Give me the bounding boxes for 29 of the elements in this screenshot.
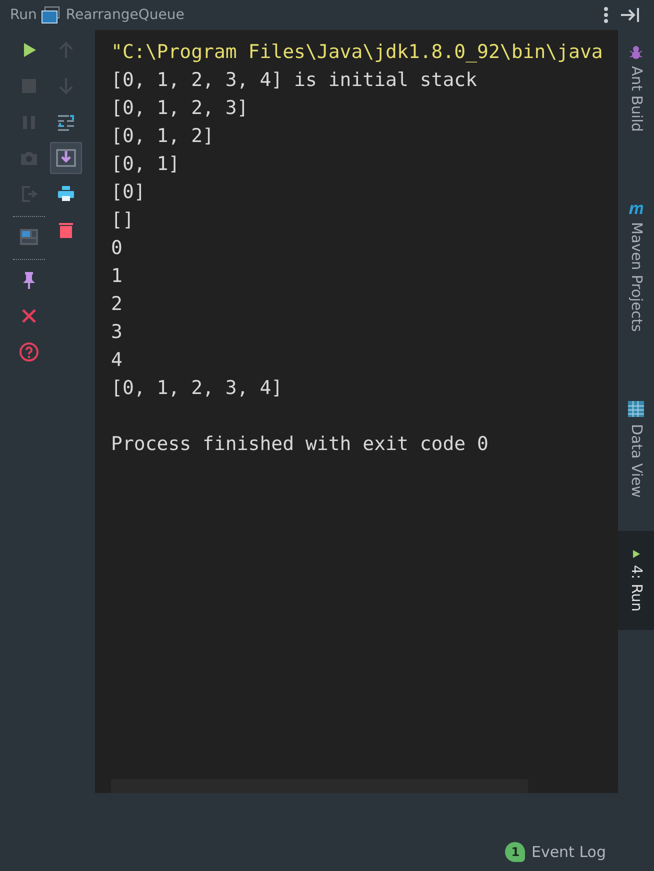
- scroll-down-icon[interactable]: [50, 142, 82, 174]
- console-line: []: [111, 209, 134, 231]
- bug-icon: [629, 44, 643, 60]
- panel-title: Run: [10, 7, 37, 23]
- notification-badge: 1: [505, 842, 526, 862]
- console-line: [0, 1, 2, 3, 4] is initial stack: [111, 69, 478, 91]
- event-log-button[interactable]: 1 Event Log: [0, 833, 618, 871]
- console-line: 3: [111, 321, 122, 343]
- side-tab[interactable]: Ant Build: [618, 30, 654, 144]
- console-line: 0: [111, 237, 122, 259]
- grid-icon: [627, 400, 645, 418]
- console-line: [0, 1, 2, 3]: [111, 97, 248, 119]
- console-line: [0, 1, 2]: [111, 125, 214, 147]
- command-line: "C:\Program Files\Java\jdk1.8.0_92\bin\java: [111, 41, 603, 63]
- console-line: [0, 1]: [111, 153, 180, 175]
- side-tab[interactable]: Maven Projects: [618, 186, 654, 344]
- side-tab[interactable]: Data View: [618, 386, 654, 510]
- run-icon: [631, 549, 641, 560]
- console-line: 4: [111, 349, 122, 371]
- more-icon[interactable]: [604, 7, 608, 23]
- console-line: 1: [111, 265, 122, 287]
- console-line: [0]: [111, 181, 146, 203]
- console-line: Process finished with exit code 0: [111, 433, 488, 455]
- window-icon: [40, 6, 61, 24]
- console-line: 2: [111, 293, 122, 315]
- side-tab[interactable]: 4: Run: [618, 531, 654, 630]
- hide-panel-icon[interactable]: [620, 7, 640, 23]
- console-line: [0, 1, 2, 3, 4]: [111, 377, 283, 399]
- run-tab[interactable]: RearrangeQueue: [40, 6, 184, 24]
